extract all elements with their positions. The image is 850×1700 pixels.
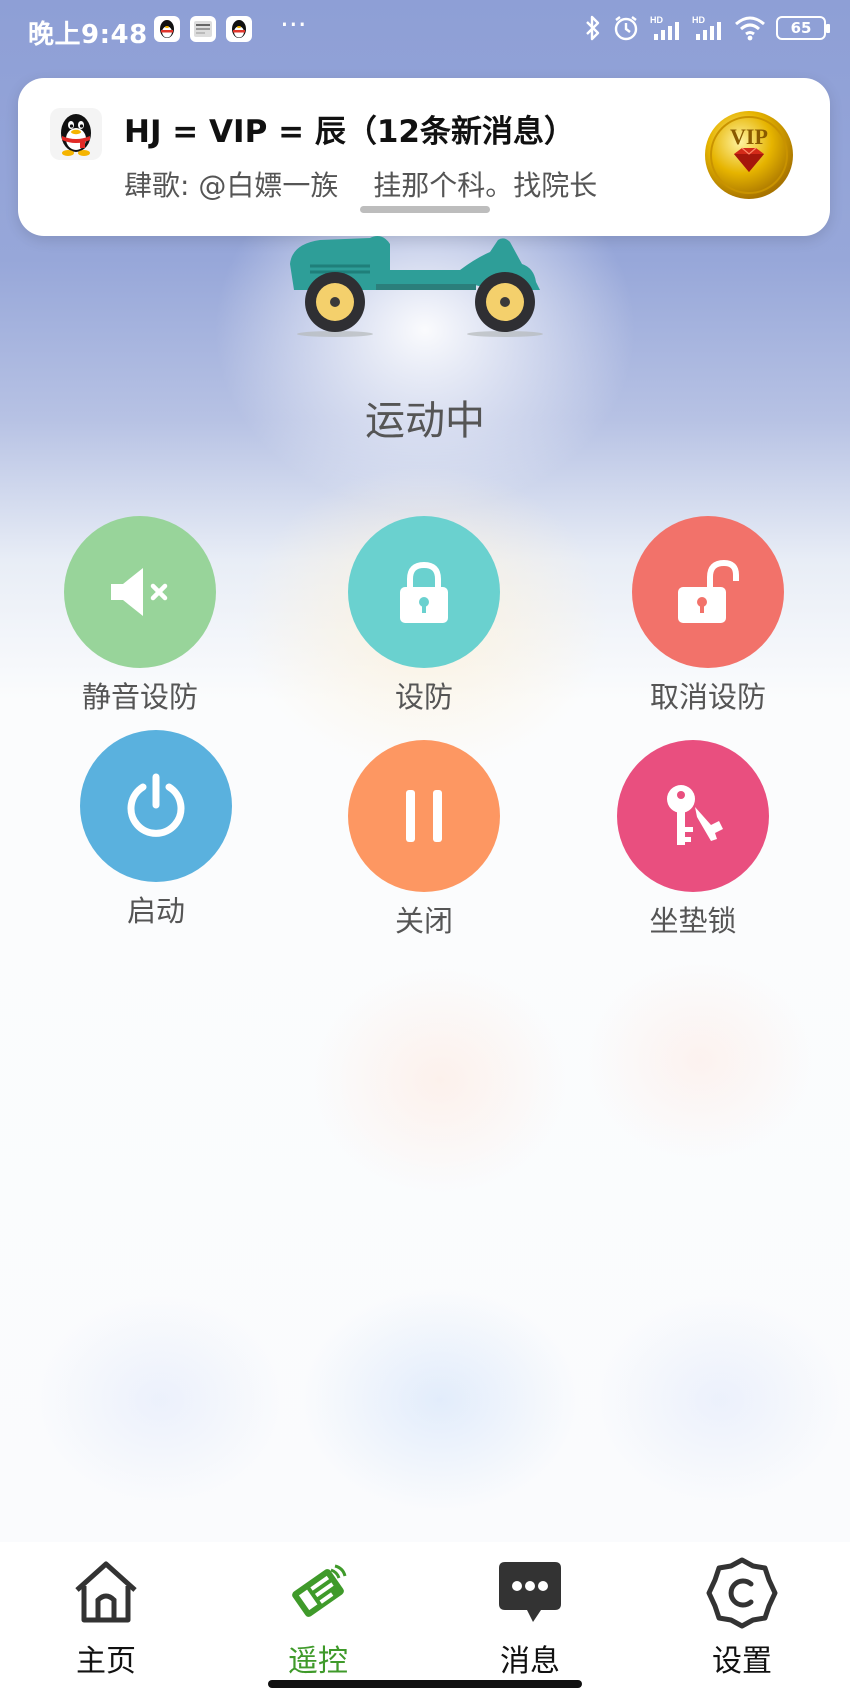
seat-lock-label: 坐垫锁 bbox=[649, 904, 737, 938]
bluetooth-icon bbox=[586, 15, 600, 41]
mute-arm-label: 静音设防 bbox=[81, 680, 198, 714]
notification-mention: @白嫖一族 bbox=[198, 169, 339, 202]
arm-button[interactable] bbox=[348, 516, 500, 668]
vip-badge-icon: VIP bbox=[705, 111, 793, 199]
pause-icon bbox=[406, 790, 442, 842]
notification-title: HJ = VIP = 辰（12条新消息） bbox=[124, 114, 575, 150]
nav-label-home: 主页 bbox=[76, 1644, 136, 1679]
start-control[interactable]: 启动 bbox=[80, 730, 232, 930]
nav-item-messages[interactable]: 消息 bbox=[460, 1556, 600, 1680]
stop-button[interactable] bbox=[348, 740, 500, 892]
start-button[interactable] bbox=[80, 730, 232, 882]
signal-hd-icon: HD bbox=[692, 15, 721, 40]
keys-icon bbox=[667, 785, 723, 845]
home-icon bbox=[75, 1561, 137, 1623]
remote-icon bbox=[292, 1564, 347, 1617]
wifi-icon bbox=[735, 16, 765, 41]
qq-app-icon bbox=[226, 16, 252, 42]
disarm-button[interactable] bbox=[632, 516, 784, 668]
qq-logo-icon bbox=[50, 108, 102, 160]
nav-label-settings: 设置 bbox=[712, 1644, 772, 1679]
arm-label: 设防 bbox=[394, 680, 453, 714]
mute-arm-control[interactable]: 静音设防 bbox=[64, 516, 216, 716]
notification-banner[interactable]: HJ = VIP = 辰（12条新消息） 肆歌: @白嫖一族 挂那个科。找院长 … bbox=[18, 78, 830, 236]
alarm-icon bbox=[614, 16, 638, 41]
notification-drag-handle[interactable] bbox=[360, 206, 490, 213]
signal-hd-icon: HD bbox=[650, 15, 679, 40]
notification-sender: 肆歌: bbox=[124, 169, 190, 202]
nav-label-remote: 遥控 bbox=[288, 1644, 348, 1679]
notification-app-icons bbox=[154, 16, 252, 42]
stop-label: 关闭 bbox=[394, 904, 453, 938]
more-notifications-icon: ··· bbox=[280, 8, 307, 41]
mute-arm-button[interactable] bbox=[64, 516, 216, 668]
nav-label-messages: 消息 bbox=[500, 1644, 560, 1679]
arm-control[interactable]: 设防 bbox=[348, 516, 500, 716]
nav-item-home[interactable]: 主页 bbox=[36, 1556, 176, 1680]
svg-text:HD: HD bbox=[692, 15, 705, 25]
message-icon bbox=[499, 1562, 561, 1622]
reader-app-icon bbox=[190, 16, 216, 42]
scooter-illustration bbox=[290, 236, 543, 337]
status-bar: 晚上9:48 ··· HD HD 65 bbox=[0, 0, 850, 62]
unlock-icon bbox=[678, 559, 739, 623]
nav-item-settings[interactable]: 设置 bbox=[672, 1556, 812, 1680]
status-time: 晚上9:48 bbox=[28, 20, 148, 50]
vip-badge-text: VIP bbox=[730, 124, 768, 149]
disarm-label: 取消设防 bbox=[649, 680, 766, 714]
notification-message: 肆歌: @白嫖一族 挂那个科。找院长 bbox=[124, 164, 597, 204]
vehicle-state: 运动中 bbox=[365, 398, 485, 444]
battery-indicator: 65 bbox=[776, 16, 830, 40]
qq-app-icon bbox=[154, 16, 180, 42]
start-label: 启动 bbox=[126, 894, 185, 928]
gesture-home-bar[interactable] bbox=[268, 1680, 582, 1688]
disarm-control[interactable]: 取消设防 bbox=[632, 516, 784, 716]
seat-lock-control[interactable]: 坐垫锁 bbox=[617, 740, 769, 940]
mute-icon bbox=[111, 568, 168, 616]
system-indicators: HD HD 65 bbox=[584, 14, 830, 42]
settings-icon bbox=[706, 1557, 778, 1629]
bottom-navigation: 主页 遥控 消息 设置 bbox=[0, 1542, 850, 1700]
seat-lock-button[interactable] bbox=[617, 740, 769, 892]
power-icon bbox=[127, 773, 185, 837]
svg-text:HD: HD bbox=[650, 15, 663, 25]
nav-item-remote[interactable]: 遥控 bbox=[248, 1556, 388, 1680]
notification-text: 挂那个科。找院长 bbox=[373, 169, 598, 202]
stop-control[interactable]: 关闭 bbox=[348, 740, 500, 940]
lock-icon bbox=[400, 561, 448, 623]
